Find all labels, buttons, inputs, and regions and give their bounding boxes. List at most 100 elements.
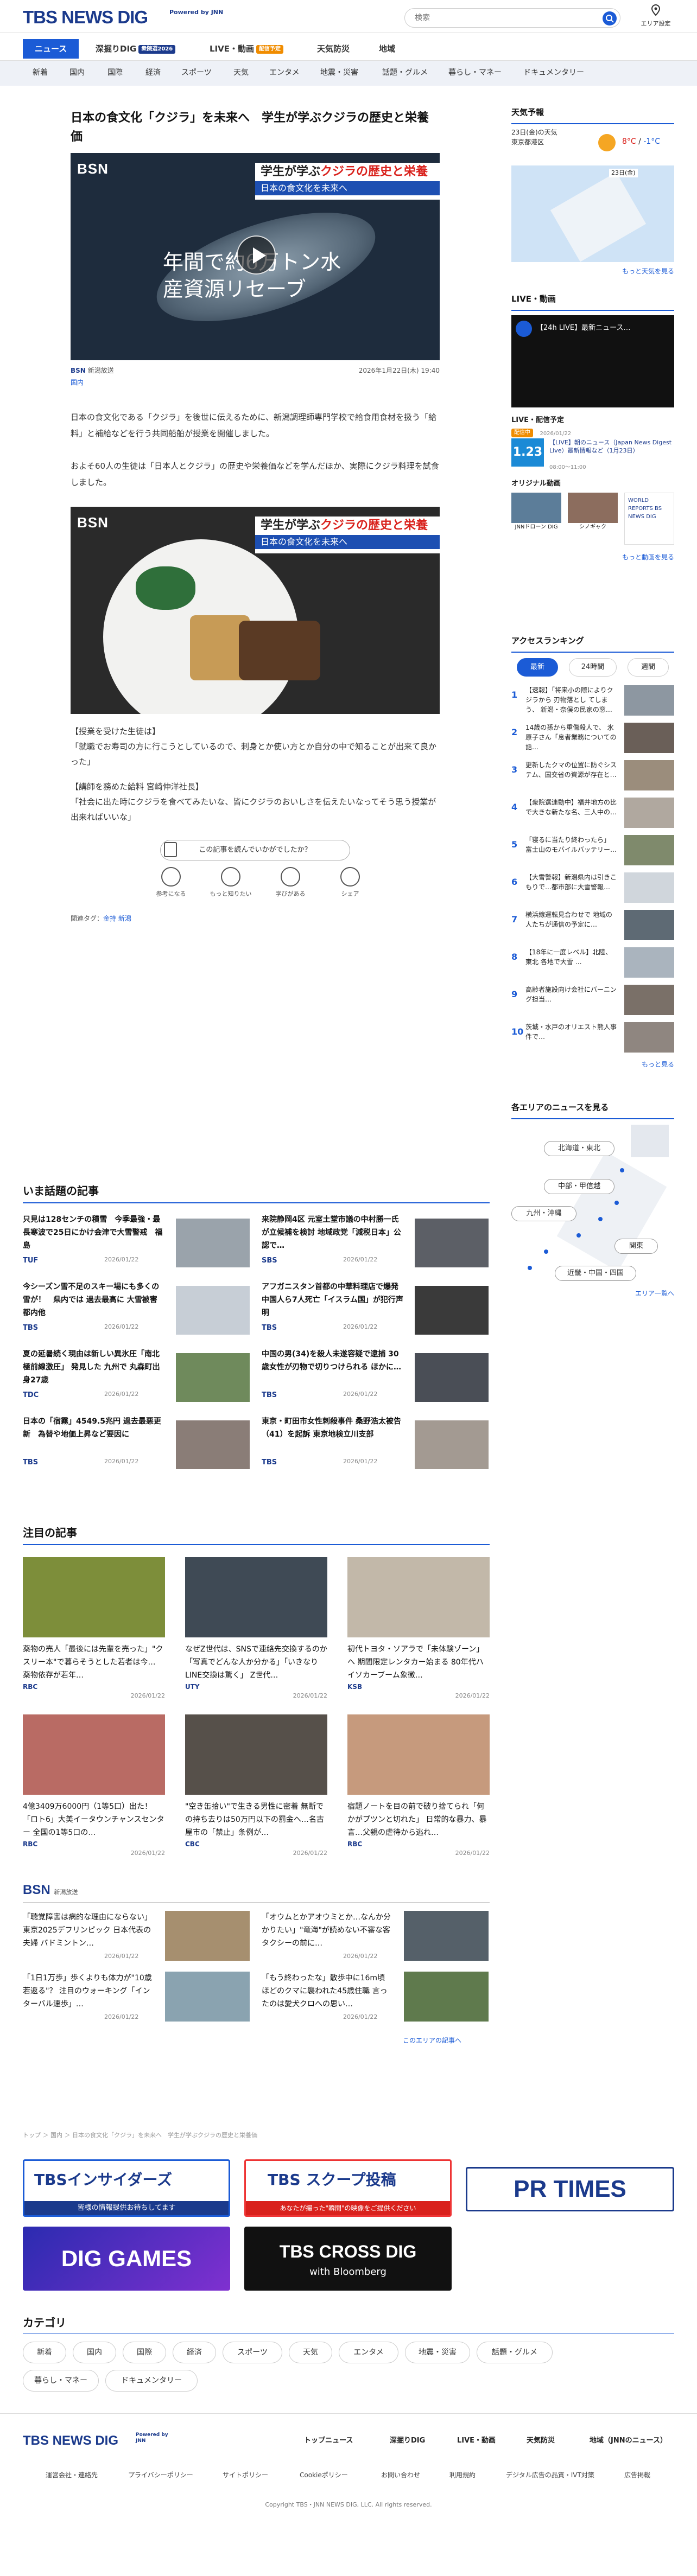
ranking-item[interactable]: 4 【衆院選連動中】福井地方の比で大きな新たな名、三人中の… xyxy=(511,797,674,830)
banner-dig-games[interactable]: DIG GAMES xyxy=(23,2227,230,2291)
trending-item[interactable]: 東京・町田市女性刺殺事件 桑野浩太被告（41）を起訴 東京地検立川支部 2026/… xyxy=(262,1415,490,1476)
trending-item[interactable]: 日本の「宿霧」4549.5兆円 過去最悪更新 為替や地価上昇など要因に 2026/… xyxy=(23,1415,251,1476)
snav-gourmet[interactable]: 話題・グルメ xyxy=(382,67,428,79)
snav-disaster[interactable]: 地震・災害 xyxy=(320,67,358,79)
snav-economy[interactable]: 経済 xyxy=(145,67,161,79)
gnav-region[interactable]: 地域 xyxy=(379,39,395,59)
local-item[interactable]: 「オウムとかアオウミとか…なんか分かりたい」"竜海"が読めない不審な客 タクシー… xyxy=(262,1911,490,1965)
ranking-item[interactable]: 6 【大雪警報】新潟県内は引きこもりで…都市部に大雪警報… xyxy=(511,872,674,905)
category-pill[interactable]: ドキュメンタリー xyxy=(105,2370,198,2392)
featured-item[interactable]: "空き缶拾い"で生きる男性に密着 無断での持ち去りは50万円以下の罰金へ…名古屋… xyxy=(185,1714,327,1861)
related-tag-link[interactable]: 金持 新潟 xyxy=(103,915,131,922)
footer-nav-region[interactable]: 地域（JNNのニュース） xyxy=(590,2435,667,2446)
gnav-news[interactable]: ニュース xyxy=(23,39,79,59)
ranking-item[interactable]: 9 高齢者施設向け会社にバーニング担当… xyxy=(511,984,674,1017)
site-logo[interactable]: TBS NEWS DIG xyxy=(23,8,148,27)
ranking-item[interactable]: 1 【速報】「将来小の際によりクジラから 刃物落とし てしまう、 新潟・奈俣の民家… xyxy=(511,685,674,718)
banner-scoop[interactable]: TBS スクープ投稿 あなたが撮った"瞬間"の映像をご提供ください xyxy=(244,2159,452,2217)
react-share[interactable]: シェア xyxy=(326,867,375,899)
footer-link[interactable]: プライバシーポリシー xyxy=(128,2470,193,2480)
ranking-item[interactable]: 7 横浜線運転見合わせで 地域の人たちが通信の予定に… xyxy=(511,909,674,942)
search-input[interactable] xyxy=(415,9,594,27)
featured-item[interactable]: 初代トヨタ・ソアラで「未体験ゾーン」へ 期間限定レンタカー始まる 80年代ハイソ… xyxy=(347,1557,490,1704)
trending-item[interactable]: 今シーズン雪不足のスキー場にも多くの雪が！ 県内では 過去最高に 大雪被害 都内… xyxy=(23,1280,251,1341)
footer-link[interactable]: 利用規約 xyxy=(449,2470,476,2480)
live-player[interactable]: 【24h LIVE】最新ニュース… xyxy=(511,315,674,407)
category-pill[interactable]: 国内 xyxy=(73,2342,116,2363)
snav-entertainment[interactable]: エンタメ xyxy=(269,67,300,79)
category-pill[interactable]: 国際 xyxy=(123,2342,166,2363)
source-name[interactable]: BSN 新潟放送 xyxy=(71,366,114,375)
article-video[interactable]: BSN 学生が学ぶクジラの歴史と栄養価 日本の食文化を未来へ 年間で約6万トン水… xyxy=(71,153,440,360)
category-pill[interactable]: 地震・災害 xyxy=(405,2342,470,2363)
snav-new[interactable]: 新着 xyxy=(33,67,48,79)
footer-nav-dig[interactable]: 深掘りDIG xyxy=(390,2435,425,2446)
snav-intl[interactable]: 国際 xyxy=(107,67,123,79)
ranking-item[interactable]: 8 【18年に一度レベル】北陸、東北 各地で大雪 … xyxy=(511,947,674,980)
featured-item[interactable]: なぜZ世代は、SNSで連絡先交換するのか「写真でどんな人か分かる」「いきなりLI… xyxy=(185,1557,327,1704)
weather-more-link[interactable]: もっと天気を見る xyxy=(511,266,674,276)
ranking-item[interactable]: 3 更新したクマの位置に防ぐシステム、国交省の資源が存在と… xyxy=(511,760,674,793)
area-pill-kyushu[interactable]: 九州・沖縄 xyxy=(511,1206,576,1221)
footer-link[interactable]: 広告掲載 xyxy=(624,2470,650,2480)
category-pill[interactable]: 話題・グルメ xyxy=(477,2342,553,2363)
footer-link[interactable]: サイトポリシー xyxy=(223,2470,268,2480)
local-more-link[interactable]: このエリアの記事へ xyxy=(403,2036,461,2045)
ranking-item[interactable]: 5 「寝るに当たり終わったら」 富士山のモバイルバッテリー… xyxy=(511,834,674,868)
banner-prtimes[interactable]: PR TIMES xyxy=(466,2167,674,2211)
area-pill-hokkaido[interactable]: 北海道・東北 xyxy=(544,1140,614,1156)
original-item[interactable]: WORLD REPORTS BS NEWS DIG xyxy=(624,492,674,545)
local-item[interactable]: 「1日1万歩」歩くよりも体力が"10歳若返る"？ 注目のウォーキング「インターバ… xyxy=(23,1972,251,2026)
original-item[interactable]: シノギャク xyxy=(568,492,618,531)
snav-money[interactable]: 暮らし・マネー xyxy=(448,67,502,79)
snav-sports[interactable]: スポーツ xyxy=(181,67,212,79)
snav-domestic[interactable]: 国内 xyxy=(69,67,85,79)
category-pill[interactable]: エンタメ xyxy=(339,2342,398,2363)
area-pill-chubu[interactable]: 中部・甲信越 xyxy=(544,1178,614,1194)
category-pill[interactable]: 経済 xyxy=(173,2342,216,2363)
ranking-item[interactable]: 10 茨城・水戸のオリエスト熊人事件で… xyxy=(511,1022,674,1055)
snav-weather[interactable]: 天気 xyxy=(233,67,249,79)
weather-map[interactable]: 23日(金) xyxy=(511,165,674,262)
search-icon[interactable] xyxy=(603,11,617,25)
footer-nav-live[interactable]: LIVE・動画 xyxy=(457,2435,496,2446)
area-pill-kinki[interactable]: 近畿・中国・四国 xyxy=(555,1265,636,1281)
trending-item[interactable]: アフガニスタン首都の中華料理店で爆発 中国人ら7人死亡「イスラム国」が犯行声明 2… xyxy=(262,1280,490,1341)
ranking-item[interactable]: 2 14歳の孫から重傷殺人で、 氷原子さん「息者業務についての話… xyxy=(511,722,674,755)
banner-insiders[interactable]: TBSインサイダーズ 皆様の情報提供お待ちしてます xyxy=(23,2159,230,2217)
gnav-live[interactable]: LIVE・動画 配信予定 xyxy=(210,39,283,59)
live-more-link[interactable]: もっと動画を見る xyxy=(511,552,674,562)
footer-link[interactable]: お問い合わせ xyxy=(381,2470,420,2480)
local-item[interactable]: 「聴覚障害は病的な理由にならない」東京2025デフリンピック 日本代表の夫婦 バ… xyxy=(23,1911,251,1965)
footer-nav-top[interactable]: トップニュース xyxy=(304,2435,353,2446)
category-pill[interactable]: 天気 xyxy=(289,2342,332,2363)
ranking-more-link[interactable]: もっと見る xyxy=(511,1060,674,1069)
category-pill[interactable]: 暮らし・マネー xyxy=(23,2370,99,2392)
footer-logo[interactable]: TBS NEWS DIG xyxy=(23,2431,118,2451)
area-pill-kanto[interactable]: 関東 xyxy=(614,1238,658,1254)
featured-item[interactable]: 宿題ノートを目の前で破り捨てられ「何かがプツンと切れた」 日常的な暴力、暴言…父… xyxy=(347,1714,490,1861)
category-pill[interactable]: 新着 xyxy=(23,2342,66,2363)
play-icon[interactable] xyxy=(237,235,276,275)
footer-nav-weather[interactable]: 天気防災 xyxy=(527,2435,555,2446)
footer-link[interactable]: デジタル広告の品質・IVT対策 xyxy=(506,2470,594,2480)
trending-item[interactable]: 只見は128センチの積雪 今季最強・最長寒波で25日にかけ会津で大雪警戒 福島 2… xyxy=(23,1213,251,1274)
article-category[interactable]: 国内 xyxy=(71,378,84,387)
feedback-button[interactable]: この記事を読んでいかがでしたか？ xyxy=(160,840,350,860)
original-item[interactable]: JNNドローン DIG xyxy=(511,492,561,531)
gnav-weather[interactable]: 天気防災 xyxy=(317,39,350,59)
ranking-tab-latest[interactable]: 最新 xyxy=(517,658,558,677)
local-item[interactable]: 「もう終わったな」散歩中に16m頃ほどのクマに襲われた45歳住職 言ったのは愛犬… xyxy=(262,1972,490,2026)
footer-link[interactable]: 運営会社・連絡先 xyxy=(46,2470,98,2480)
ranking-tab-weekly[interactable]: 週間 xyxy=(628,658,669,677)
banner-cross-dig[interactable]: TBS CROSS DIG with Bloomberg xyxy=(244,2227,452,2291)
area-settings[interactable]: エリア設定 xyxy=(634,4,677,28)
react-helpful[interactable]: 参考になる xyxy=(147,867,195,899)
breadcrumb[interactable]: トップ ＞ 国内 ＞ 日本の食文化「クジラ」を未来へ 学生が学ぶクジラの歴史と栄… xyxy=(23,2131,257,2140)
react-learn[interactable]: 学びがある xyxy=(266,867,315,899)
snav-documentary[interactable]: ドキュメンタリー xyxy=(523,67,584,79)
ranking-tab-24h[interactable]: 24時間 xyxy=(569,658,617,677)
trending-item[interactable]: 来院静岡4区 元室土堂市議の中村勝一氏が立候補を検討 地域政党「減税日本」公認で… xyxy=(262,1213,490,1274)
trending-item[interactable]: 中国の男(34)を殺人未遂容疑で逮捕 30歳女性が刃物で切りつけられる ほかに…… xyxy=(262,1348,490,1408)
featured-item[interactable]: 薬物の売人「最後には先輩を売った」"クスリー本"で暮らそうとした若者は今… 薬物… xyxy=(23,1557,165,1704)
